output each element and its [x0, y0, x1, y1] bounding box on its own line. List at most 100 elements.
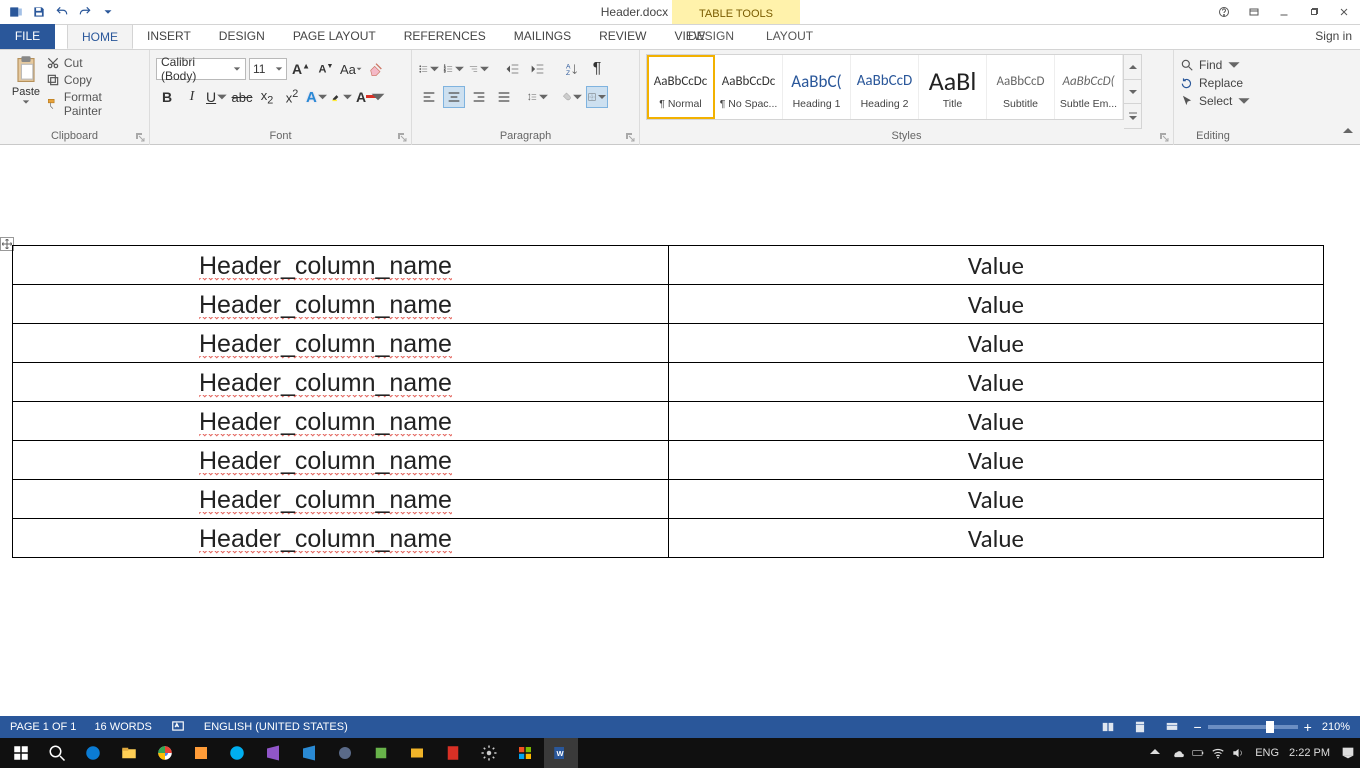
restore-icon[interactable] [1302, 2, 1326, 22]
table-row[interactable]: Header_column_nameValue [13, 324, 1324, 363]
qat-customize-icon[interactable] [98, 2, 118, 22]
tab-mailings[interactable]: MAILINGS [500, 24, 585, 49]
table-cell-value[interactable]: Value [668, 285, 1323, 324]
taskbar-app-2[interactable] [328, 738, 362, 768]
sort-button[interactable]: AZ [561, 58, 583, 80]
clipboard-dialog-launcher[interactable] [135, 131, 147, 143]
table-row[interactable]: Header_column_nameValue [13, 246, 1324, 285]
search-taskbar-icon[interactable] [40, 738, 74, 768]
table-cell-value[interactable]: Value [668, 363, 1323, 402]
redo-icon[interactable] [75, 2, 95, 22]
undo-icon[interactable] [52, 2, 72, 22]
numbering-button[interactable]: 123 [443, 58, 465, 80]
table-cell-value[interactable]: Value [668, 402, 1323, 441]
taskbar-app-3[interactable] [364, 738, 398, 768]
font-dialog-launcher[interactable] [397, 131, 409, 143]
table-cell-header[interactable]: Header_column_name [13, 363, 669, 402]
style-tile-nospac[interactable]: AaBbCcDc¶ No Spac... [715, 55, 783, 119]
tab-references[interactable]: REFERENCES [390, 24, 500, 49]
table-cell-value[interactable]: Value [668, 246, 1323, 285]
zoom-track[interactable] [1208, 725, 1298, 729]
view-web-layout[interactable] [1161, 719, 1183, 735]
taskbar-edge-icon[interactable] [76, 738, 110, 768]
table-cell-value[interactable]: Value [668, 480, 1323, 519]
tab-table-design[interactable]: DESIGN [672, 24, 750, 49]
tray-onedrive-icon[interactable] [1171, 746, 1185, 760]
bullets-button[interactable] [418, 58, 440, 80]
table-row[interactable]: Header_column_nameValue [13, 519, 1324, 558]
taskbar-chrome-icon[interactable] [148, 738, 182, 768]
word-app-icon[interactable] [6, 2, 26, 22]
style-tile-heading1[interactable]: AaBbC(Heading 1 [783, 55, 851, 119]
styles-scroll-down[interactable] [1124, 80, 1141, 105]
justify-button[interactable] [493, 86, 515, 108]
start-button[interactable] [4, 738, 38, 768]
style-tile-subtleem[interactable]: AaBbCcD(Subtle Em... [1055, 55, 1123, 119]
tab-insert[interactable]: INSERT [133, 24, 205, 49]
collapse-ribbon-icon[interactable] [1342, 125, 1354, 140]
taskbar-explorer-icon[interactable] [112, 738, 146, 768]
table-cell-value[interactable]: Value [668, 519, 1323, 558]
styles-dialog-launcher[interactable] [1159, 131, 1171, 143]
line-spacing-button[interactable] [527, 86, 549, 108]
align-right-button[interactable] [468, 86, 490, 108]
change-case-button[interactable]: Aa [340, 58, 362, 80]
tab-home[interactable]: HOME [67, 24, 133, 49]
document-table[interactable]: Header_column_nameValueHeader_column_nam… [12, 245, 1324, 558]
borders-button[interactable] [586, 86, 608, 108]
underline-button[interactable]: U [206, 86, 228, 108]
shading-button[interactable] [561, 86, 583, 108]
table-cell-header[interactable]: Header_column_name [13, 324, 669, 363]
zoom-out-icon[interactable]: − [1193, 719, 1201, 735]
replace-button[interactable]: Replace [1180, 76, 1251, 90]
tray-volume-icon[interactable] [1231, 746, 1245, 760]
styles-scroll-up[interactable] [1124, 55, 1141, 80]
style-tile-subtitle[interactable]: AaBbCcDSubtitle [987, 55, 1055, 119]
text-effects-button[interactable]: A [306, 86, 328, 108]
tray-overflow-icon[interactable] [1149, 746, 1161, 761]
status-page[interactable]: PAGE 1 OF 1 [10, 721, 76, 733]
table-row[interactable]: Header_column_nameValue [13, 363, 1324, 402]
taskbar-vs-icon[interactable] [256, 738, 290, 768]
show-paragraph-marks-button[interactable]: ¶ [586, 58, 608, 80]
tab-table-layout[interactable]: LAYOUT [750, 24, 829, 49]
font-color-button[interactable]: A [356, 86, 378, 108]
subscript-button[interactable]: x2 [256, 86, 278, 108]
tray-clock[interactable]: 2:22 PM [1289, 747, 1330, 759]
tab-file[interactable]: FILE [0, 24, 55, 49]
minimize-icon[interactable] [1272, 2, 1296, 22]
document-area[interactable]: Header_column_nameValueHeader_column_nam… [0, 145, 1360, 708]
status-language[interactable]: ENGLISH (UNITED STATES) [204, 721, 348, 733]
zoom-slider[interactable]: − + [1193, 719, 1311, 735]
status-words[interactable]: 16 WORDS [94, 721, 151, 733]
table-cell-header[interactable]: Header_column_name [13, 441, 669, 480]
status-proofing-icon[interactable] [170, 719, 186, 736]
taskbar-app-4[interactable] [400, 738, 434, 768]
strikethrough-button[interactable]: abc [231, 86, 253, 108]
zoom-level[interactable]: 210% [1322, 721, 1350, 733]
decrease-indent-button[interactable] [502, 58, 524, 80]
paragraph-dialog-launcher[interactable] [625, 131, 637, 143]
table-cell-value[interactable]: Value [668, 441, 1323, 480]
font-size-combo[interactable]: 11 [249, 58, 287, 80]
clear-formatting-button[interactable] [365, 58, 387, 80]
table-cell-header[interactable]: Header_column_name [13, 402, 669, 441]
view-read-mode[interactable] [1097, 719, 1119, 735]
cut-button[interactable]: Cut [46, 56, 143, 70]
table-row[interactable]: Header_column_nameValue [13, 480, 1324, 519]
multilevel-list-button[interactable] [468, 58, 490, 80]
table-row[interactable]: Header_column_nameValue [13, 285, 1324, 324]
increase-indent-button[interactable] [527, 58, 549, 80]
italic-button[interactable]: I [181, 86, 203, 108]
select-button[interactable]: Select [1180, 94, 1251, 108]
table-row[interactable]: Header_column_nameValue [13, 402, 1324, 441]
taskbar-app-5[interactable] [508, 738, 542, 768]
tray-language[interactable]: ENG [1255, 747, 1279, 759]
table-row[interactable]: Header_column_nameValue [13, 441, 1324, 480]
taskbar-word-icon[interactable]: W [544, 738, 578, 768]
style-tile-normal[interactable]: AaBbCcDc¶ Normal [647, 55, 715, 119]
tab-review[interactable]: REVIEW [585, 24, 660, 49]
close-icon[interactable] [1332, 2, 1356, 22]
highlight-button[interactable] [331, 86, 353, 108]
align-center-button[interactable] [443, 86, 465, 108]
